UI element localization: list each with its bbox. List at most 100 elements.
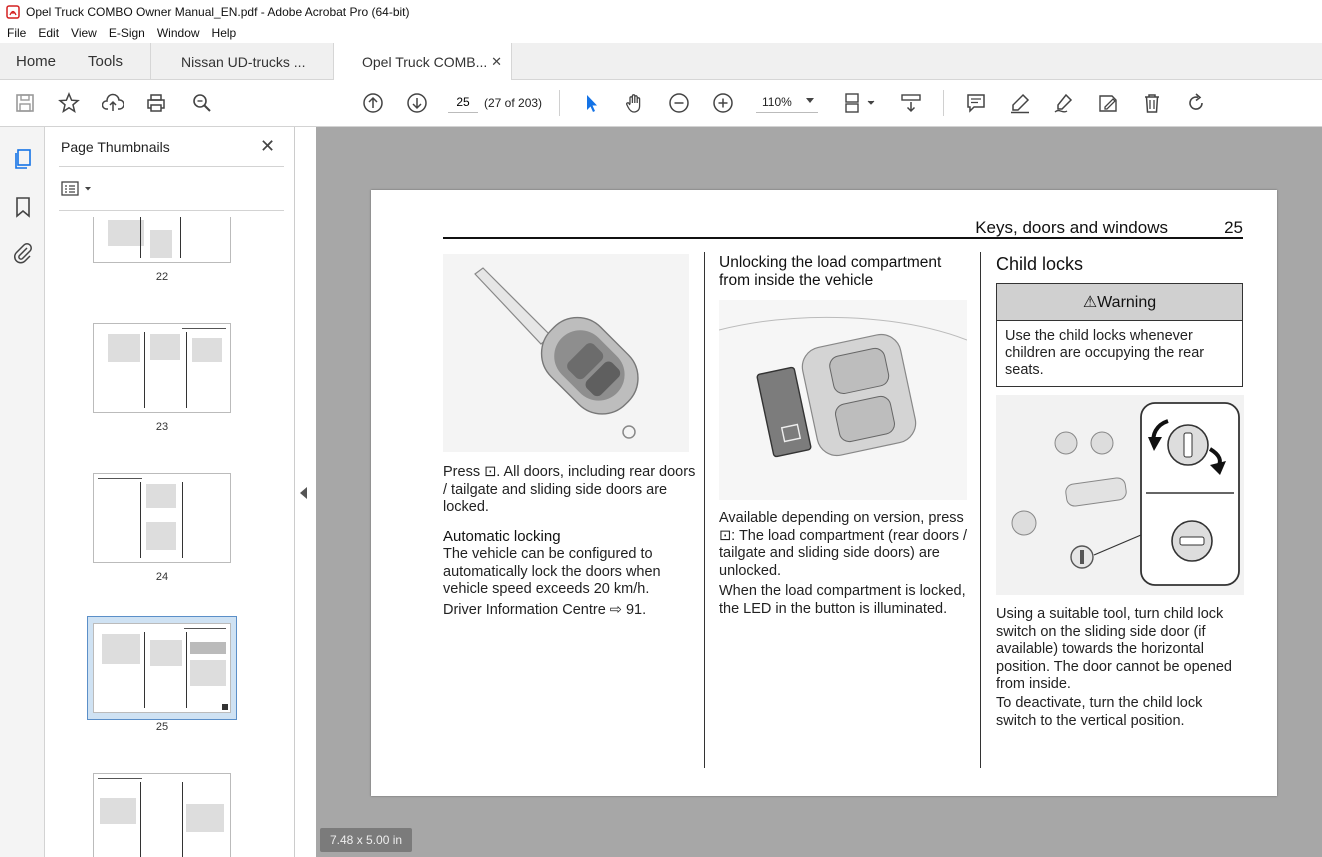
thumbnail-column-rule bbox=[182, 782, 183, 857]
unlock-load-text: Available depending on version, press ⊡:… bbox=[719, 510, 968, 579]
thumbnail-page[interactable] bbox=[93, 773, 231, 857]
toolbar-separator bbox=[943, 90, 944, 116]
select-cursor-icon[interactable] bbox=[579, 91, 603, 115]
page-header-number: 25 bbox=[1224, 218, 1243, 237]
thumbnail-image bbox=[190, 642, 226, 654]
automatic-locking-text: The vehicle can be configured to automat… bbox=[443, 546, 661, 597]
menu-view[interactable]: View bbox=[65, 26, 103, 40]
menu-file[interactable]: File bbox=[0, 26, 32, 40]
thumbnail-image bbox=[150, 640, 182, 666]
column-divider bbox=[704, 252, 705, 768]
save-icon[interactable] bbox=[13, 91, 37, 115]
child-lock-illustration bbox=[996, 395, 1244, 595]
page-layout-icon[interactable] bbox=[843, 91, 877, 115]
thumbnail-options-icon[interactable] bbox=[61, 180, 97, 198]
automatic-locking-heading: Automatic locking bbox=[443, 528, 561, 545]
close-tab-icon[interactable]: ✕ bbox=[491, 54, 502, 70]
page-header-title: Keys, doors and windows bbox=[975, 218, 1168, 237]
thumbnail-column-rule bbox=[186, 332, 187, 408]
thumbnail-column-rule bbox=[140, 782, 141, 857]
tab-bar: Home Tools Nissan UD-trucks ... Opel Tru… bbox=[0, 43, 1322, 81]
previous-page-icon[interactable] bbox=[361, 91, 385, 115]
page-thumbnails-icon[interactable] bbox=[11, 147, 35, 171]
rotate-icon[interactable] bbox=[1184, 91, 1208, 115]
header-rule bbox=[443, 237, 1243, 239]
attachments-paperclip-icon[interactable] bbox=[11, 241, 35, 265]
child-locks-heading: Child locks bbox=[996, 254, 1084, 274]
bookmarks-icon[interactable] bbox=[11, 195, 35, 219]
toolbar-separator bbox=[559, 90, 560, 116]
next-page-icon[interactable] bbox=[405, 91, 429, 115]
document-canvas[interactable]: Keys, doors and windows 25 Press ⊡. All … bbox=[316, 127, 1322, 857]
hand-tool-icon[interactable] bbox=[623, 91, 647, 115]
thumbnail-label: 25 bbox=[155, 721, 169, 733]
tab-home[interactable]: Home bbox=[0, 43, 70, 80]
sign-fill-icon[interactable] bbox=[1096, 91, 1120, 115]
driver-information-reference: Driver Information Centre ⇨ 91. bbox=[443, 602, 647, 618]
thumbnail-header-rule bbox=[182, 328, 226, 329]
thumbnail-page[interactable] bbox=[93, 323, 231, 413]
page-header: Keys, doors and windows 25 bbox=[443, 218, 1243, 238]
thumbnail-column-rule bbox=[186, 632, 187, 708]
navigation-rail bbox=[0, 127, 45, 857]
thumbnail-page[interactable] bbox=[93, 217, 231, 263]
tab-document-opel[interactable]: Opel Truck COMB... ✕ bbox=[334, 43, 512, 81]
load-compartment-button-illustration bbox=[719, 300, 967, 500]
menu-help[interactable]: Help bbox=[206, 26, 243, 40]
pdf-page: Keys, doors and windows 25 Press ⊡. All … bbox=[371, 190, 1277, 796]
panel-divider bbox=[59, 166, 284, 167]
tab-tools[interactable]: Tools bbox=[70, 43, 150, 80]
thumbnail-image bbox=[150, 230, 172, 258]
thumbnail-header-rule bbox=[98, 478, 142, 479]
scroll-mode-icon[interactable] bbox=[899, 91, 923, 115]
comment-icon[interactable] bbox=[964, 91, 988, 115]
thumbnail-column-rule bbox=[144, 632, 145, 708]
thumbnail-header-rule bbox=[98, 778, 142, 779]
zoom-level-value: 110% bbox=[762, 94, 792, 109]
collapse-panel-arrow-icon[interactable] bbox=[300, 487, 307, 499]
highlight-pen-icon[interactable] bbox=[1008, 91, 1032, 115]
close-panel-icon[interactable]: ✕ bbox=[260, 136, 275, 157]
thumbnail-image bbox=[190, 660, 226, 686]
warning-text: Use the child locks whenever children ar… bbox=[1005, 328, 1205, 378]
child-lock-deactivate-text: To deactivate, turn the child lock switc… bbox=[996, 695, 1203, 729]
acrobat-logo-icon bbox=[6, 4, 20, 19]
thumbnail-page[interactable] bbox=[93, 473, 231, 563]
panel-title: Page Thumbnails bbox=[61, 139, 170, 155]
menu-edit[interactable]: Edit bbox=[32, 26, 65, 40]
bookmark-star-icon[interactable] bbox=[57, 91, 81, 115]
thumbnail-list: 22 23 24 25 bbox=[45, 217, 277, 857]
thumbnail-column-rule bbox=[182, 482, 183, 558]
find-zoom-icon[interactable] bbox=[190, 91, 214, 115]
zoom-out-icon[interactable] bbox=[667, 91, 691, 115]
panel-divider bbox=[59, 210, 284, 211]
page-size-indicator: 7.48 x 5.00 in bbox=[320, 828, 413, 852]
thumbnail-image bbox=[102, 634, 140, 664]
zoom-in-icon[interactable] bbox=[711, 91, 735, 115]
thumbnail-image bbox=[186, 804, 224, 832]
zoom-level-select[interactable]: 110% bbox=[756, 91, 818, 113]
menu-window[interactable]: Window bbox=[151, 26, 206, 40]
title-bar: Opel Truck COMBO Owner Manual_EN.pdf - A… bbox=[0, 0, 1322, 23]
thumbnail-image bbox=[150, 334, 180, 360]
delete-trash-icon[interactable] bbox=[1140, 91, 1164, 115]
tab-document-nissan[interactable]: Nissan UD-trucks ... bbox=[150, 43, 334, 80]
thumbnail-header-rule bbox=[184, 628, 226, 629]
upload-cloud-icon[interactable] bbox=[101, 91, 125, 115]
thumbnail-label: 23 bbox=[155, 421, 169, 433]
child-lock-activate-text: Using a suitable tool, turn child lock s… bbox=[996, 606, 1232, 692]
thumbnail-resize-handle[interactable] bbox=[222, 704, 228, 710]
thumbnail-page-selected[interactable] bbox=[93, 623, 231, 713]
chevron-down-icon bbox=[806, 98, 814, 103]
page-number-input[interactable] bbox=[448, 91, 478, 113]
tab-document-opel-label: Opel Truck COMB... bbox=[362, 54, 488, 70]
warning-box: ⚠Warning Use the child locks whenever ch… bbox=[996, 283, 1243, 387]
thumbnail-label: 24 bbox=[155, 571, 169, 583]
print-icon[interactable] bbox=[144, 91, 168, 115]
thumbnail-image bbox=[146, 484, 176, 508]
draw-freehand-icon[interactable] bbox=[1052, 91, 1076, 115]
warning-title: ⚠Warning bbox=[997, 284, 1242, 321]
thumbnail-column-rule bbox=[180, 217, 181, 258]
column-divider bbox=[980, 252, 981, 768]
menu-esign[interactable]: E-Sign bbox=[103, 26, 151, 40]
